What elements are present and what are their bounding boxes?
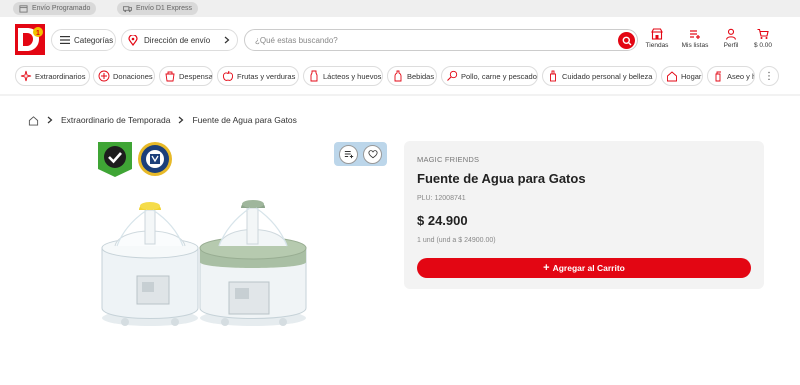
favorite-button[interactable] [363, 144, 382, 164]
my-lists-label: Mis listas [681, 42, 709, 49]
cart-icon [757, 28, 769, 39]
image-actions [334, 142, 387, 166]
location-pin-icon [128, 34, 138, 46]
home-icon [667, 71, 677, 82]
cart-link[interactable]: $ 0.00 [743, 28, 783, 49]
add-to-cart-label: Agregar al Carrito [552, 263, 625, 273]
approved-check-badge-icon [98, 142, 132, 177]
quality-seal-icon [138, 142, 172, 176]
add-to-cart-button[interactable]: + Agregar al Carrito [417, 258, 751, 278]
my-lists-link[interactable]: Mis listas [675, 28, 715, 49]
product-brand: MAGIC FRIENDS [417, 155, 480, 164]
milk-icon [310, 70, 318, 82]
category-label: Frutas y verduras [237, 71, 296, 81]
store-icon [651, 28, 663, 40]
category-bar: Extraordinarios Donaciones Despensa Frut… [0, 64, 800, 88]
category-label: Donaciones [113, 71, 153, 81]
category-extraordinarios[interactable]: Extraordinarios [15, 66, 90, 86]
chevron-right-icon [224, 36, 230, 44]
category-bebidas[interactable]: Bebidas [387, 66, 437, 86]
add-to-list-button[interactable] [339, 144, 358, 164]
category-label: Pollo, carne y pescado [461, 71, 537, 81]
search-placeholder: ¿Qué estas buscando? [255, 35, 338, 45]
donation-icon [98, 70, 110, 82]
cart-total: $ 0.00 [753, 42, 773, 49]
express-shipping-label: Envío D1 Express [136, 5, 193, 12]
stores-link[interactable]: Tiendas [637, 28, 677, 49]
stores-label: Tiendas [645, 42, 669, 49]
header-divider [0, 94, 800, 96]
svg-text:1: 1 [36, 30, 40, 37]
category-aseo[interactable]: Aseo y h [707, 66, 755, 86]
apple-icon [222, 70, 234, 81]
category-label: Lácteos y huevos [323, 71, 382, 81]
category-lacteos[interactable]: Lácteos y huevos [303, 66, 383, 86]
chevron-right-icon [47, 116, 53, 124]
drumstick-icon [447, 70, 458, 81]
bottle-icon [394, 70, 402, 82]
category-label: Hogar [681, 71, 702, 81]
breadcrumb-link-category[interactable]: Extraordinario de Temporada [61, 115, 170, 125]
lotion-icon [550, 70, 556, 82]
d1-logo[interactable]: 1 [15, 24, 45, 55]
more-categories-button[interactable]: ⋮ [759, 66, 779, 86]
sparkle-icon [20, 70, 32, 82]
heart-icon [367, 150, 378, 159]
cleaning-icon [715, 71, 721, 82]
search-button[interactable] [618, 32, 635, 49]
product-image [101, 200, 307, 326]
hamburger-icon [60, 36, 70, 44]
category-label: Cuidado personal y belleza [562, 71, 653, 81]
categories-label: Categorías [74, 35, 114, 45]
plus-icon: + [543, 262, 550, 274]
address-label: Dirección de envío [144, 35, 211, 45]
pantry-icon [165, 71, 175, 82]
product-info-panel: MAGIC FRIENDS Fuente de Agua para Gatos … [404, 141, 764, 289]
express-shipping-pill[interactable]: Envío D1 Express [117, 2, 199, 15]
category-label: Bebidas [407, 71, 435, 81]
category-frutas[interactable]: Frutas y verduras [217, 66, 299, 86]
search-icon [622, 36, 631, 45]
breadcrumb-current: Fuente de Agua para Gatos [192, 115, 297, 125]
category-label: Extraordinarios [35, 71, 86, 81]
category-hogar[interactable]: Hogar [661, 66, 703, 86]
chevron-right-icon [179, 116, 184, 124]
address-button[interactable]: Dirección de envío [121, 29, 238, 51]
category-donaciones[interactable]: Donaciones [93, 66, 155, 86]
product-plu: PLU: 12008741 [417, 195, 466, 202]
list-add-icon [344, 151, 353, 159]
truck-icon [123, 6, 132, 13]
list-add-icon [690, 30, 700, 39]
breadcrumb: Extraordinario de Temporada Fuente de Ag… [28, 113, 297, 127]
home-icon[interactable] [28, 115, 39, 126]
product-price: $ 24.900 [417, 213, 468, 228]
search-input[interactable]: ¿Qué estas buscando? [244, 29, 638, 51]
shipping-options-bar: Envío Programado Envío D1 Express [0, 0, 800, 17]
category-cuidado[interactable]: Cuidado personal y belleza [542, 66, 657, 86]
category-despensa[interactable]: Despensa [159, 66, 213, 86]
category-label: Aseo y h [727, 71, 755, 81]
category-label: Despensa [179, 71, 213, 81]
user-icon [725, 28, 737, 40]
category-pollo[interactable]: Pollo, carne y pescado [441, 66, 538, 86]
calendar-icon [19, 5, 28, 13]
scheduled-shipping-pill[interactable]: Envío Programado [13, 2, 97, 15]
scheduled-shipping-label: Envío Programado [32, 5, 91, 12]
categories-button[interactable]: Categorías [51, 29, 116, 51]
product-name: Fuente de Agua para Gatos [417, 171, 586, 186]
product-unit-price: 1 und (und a $ 24900.00) [417, 237, 496, 244]
profile-label: Perfil [723, 42, 739, 49]
